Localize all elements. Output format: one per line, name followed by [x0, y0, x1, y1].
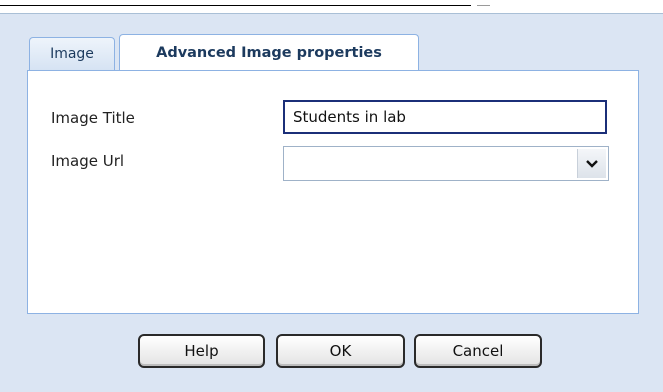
- tab-image[interactable]: Image: [29, 37, 115, 70]
- top-divider: [0, 5, 471, 6]
- cancel-button[interactable]: Cancel: [414, 334, 542, 368]
- tab-image-label: Image: [50, 46, 94, 62]
- image-title-input[interactable]: [283, 100, 607, 134]
- help-button[interactable]: Help: [138, 334, 265, 368]
- image-url-label: Image Url: [51, 152, 125, 170]
- top-divider-tick: [477, 5, 490, 6]
- image-url-dropdown[interactable]: [283, 146, 609, 181]
- image-title-label: Image Title: [51, 109, 135, 127]
- tab-advanced-image-properties[interactable]: Advanced Image properties: [119, 34, 419, 71]
- chevron-down-icon[interactable]: [577, 149, 606, 178]
- ok-button[interactable]: OK: [276, 334, 405, 368]
- tab-advanced-label: Advanced Image properties: [156, 45, 382, 61]
